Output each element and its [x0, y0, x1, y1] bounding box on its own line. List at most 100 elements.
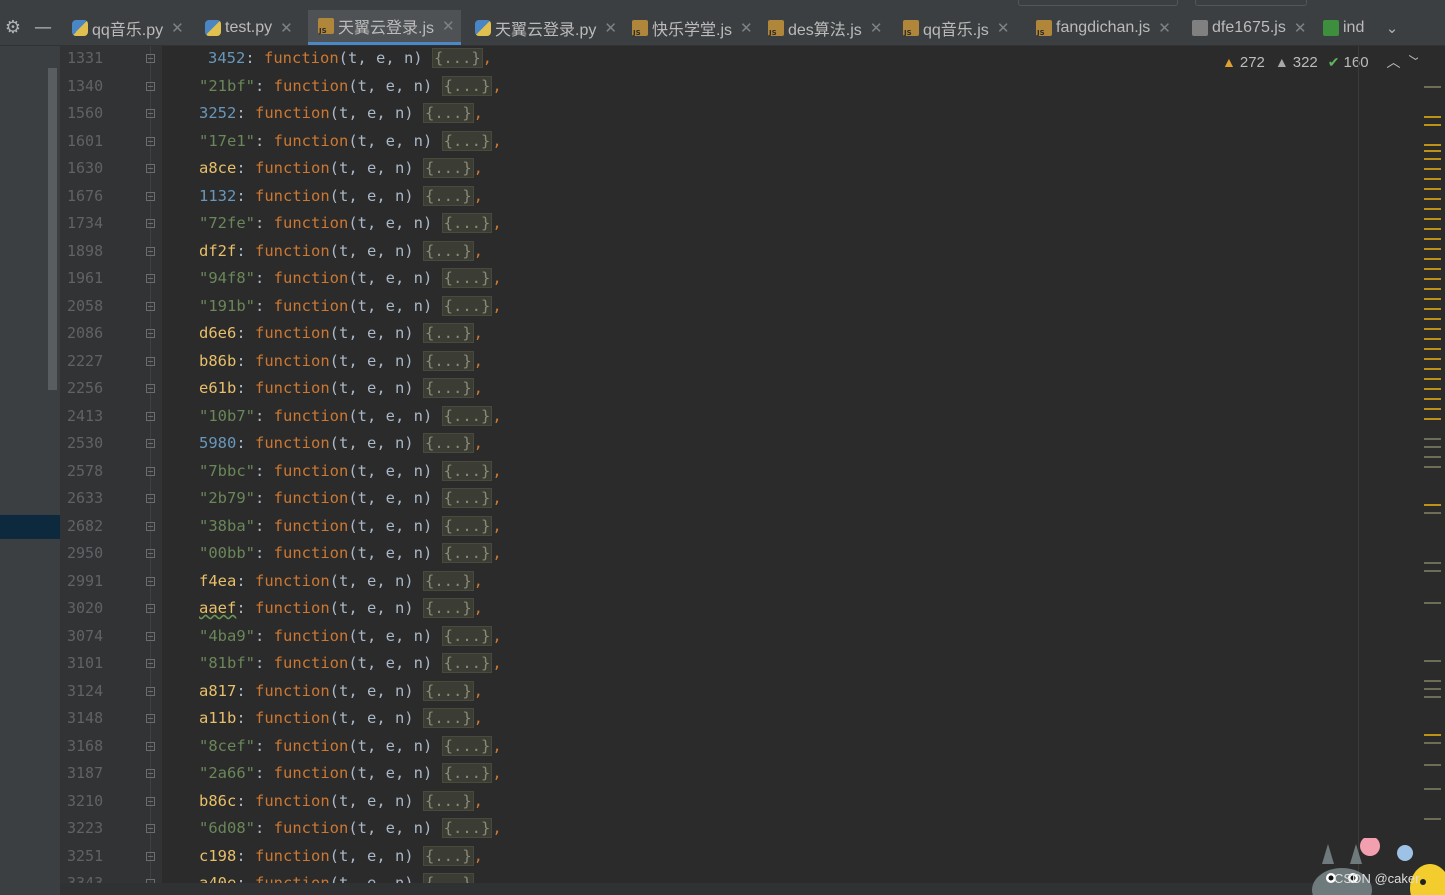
- fold-toggle-icon[interactable]: [146, 356, 155, 366]
- warning-marker[interactable]: [1424, 348, 1441, 350]
- code-line[interactable]: b86c: function(t, e, n) {...},: [199, 790, 483, 812]
- warning-marker[interactable]: [1424, 268, 1441, 270]
- info-marker[interactable]: [1424, 742, 1441, 744]
- warning-marker[interactable]: [1424, 238, 1441, 240]
- chevron-down-icon[interactable]: ⌄: [1382, 10, 1402, 45]
- code-line[interactable]: "7bbc": function(t, e, n) {...},: [199, 460, 502, 482]
- tab-8[interactable]: dfe1675.js ✕: [1182, 10, 1312, 45]
- warning-marker[interactable]: [1424, 208, 1441, 210]
- info-marker[interactable]: [1424, 86, 1441, 88]
- warning-marker[interactable]: [1424, 150, 1441, 152]
- info-marker[interactable]: [1424, 512, 1441, 514]
- info-marker[interactable]: [1424, 570, 1441, 572]
- fold-toggle-icon[interactable]: [146, 851, 155, 861]
- warning-marker[interactable]: [1424, 168, 1441, 170]
- horizontal-scrollbar[interactable]: [60, 883, 1418, 895]
- fold-toggle-icon[interactable]: [146, 631, 155, 641]
- fold-toggle-icon[interactable]: [146, 659, 155, 668]
- warning-marker[interactable]: [1424, 308, 1441, 310]
- code-line[interactable]: a11b: function(t, e, n) {...},: [199, 707, 483, 729]
- code-line[interactable]: "2a66": function(t, e, n) {...},: [199, 762, 502, 784]
- tab-4[interactable]: 快乐学堂.js ✕: [622, 10, 759, 45]
- code-line[interactable]: "00bb": function(t, e, n) {...},: [199, 542, 502, 564]
- fold-toggle-icon[interactable]: [146, 81, 155, 91]
- close-icon[interactable]: ✕: [740, 19, 753, 37]
- info-marker[interactable]: [1424, 466, 1441, 468]
- fold-toggle-icon[interactable]: [146, 329, 155, 338]
- warning-marker[interactable]: [1424, 248, 1441, 250]
- close-icon[interactable]: ✕: [280, 19, 293, 37]
- info-marker[interactable]: [1424, 660, 1441, 662]
- inspection-widget[interactable]: ▲ 272 ▲ 322 ✔ 160 ︿ ﹀: [1222, 52, 1423, 72]
- fold-toggle-icon[interactable]: [146, 686, 155, 696]
- tab-9[interactable]: ind: [1313, 10, 1364, 45]
- code-line[interactable]: "38ba": function(t, e, n) {...},: [199, 515, 502, 537]
- project-selected-row[interactable]: [0, 515, 60, 539]
- code-line[interactable]: f4ea: function(t, e, n) {...},: [199, 570, 483, 592]
- code-line[interactable]: "81bf": function(t, e, n) {...},: [199, 652, 502, 674]
- fold-toggle-icon[interactable]: [146, 109, 155, 118]
- warning-marker[interactable]: [1424, 288, 1441, 290]
- warning-marker[interactable]: [1424, 734, 1441, 736]
- warning-marker[interactable]: [1424, 378, 1441, 380]
- fold-toggle-icon[interactable]: [146, 246, 155, 256]
- code-line[interactable]: 3252: function(t, e, n) {...},: [199, 102, 483, 124]
- code-line[interactable]: d6e6: function(t, e, n) {...},: [199, 322, 483, 344]
- code-line[interactable]: e61b: function(t, e, n) {...},: [199, 377, 483, 399]
- info-marker[interactable]: [1424, 818, 1441, 820]
- tab-7[interactable]: fangdichan.js ✕: [1026, 10, 1177, 45]
- warning-marker[interactable]: [1424, 418, 1441, 420]
- fold-toggle-icon[interactable]: [146, 466, 155, 476]
- warning-marker[interactable]: [1424, 388, 1441, 390]
- fold-toggle-icon[interactable]: [146, 576, 155, 586]
- tab-0[interactable]: qq音乐.py ✕: [62, 10, 190, 45]
- fold-toggle-icon[interactable]: [146, 301, 155, 311]
- code-line[interactable]: aaef: function(t, e, n) {...},: [199, 597, 483, 619]
- code-line[interactable]: "191b": function(t, e, n) {...},: [199, 295, 502, 317]
- code-line[interactable]: c198: function(t, e, n) {...},: [199, 845, 483, 867]
- tab-6[interactable]: qq音乐.js ✕: [893, 10, 1015, 45]
- warning-marker[interactable]: [1424, 258, 1441, 260]
- error-stripe[interactable]: [1418, 46, 1445, 895]
- warning-marker[interactable]: [1424, 198, 1441, 200]
- code-line[interactable]: "4ba9": function(t, e, n) {...},: [199, 625, 502, 647]
- warning-marker[interactable]: [1424, 504, 1441, 506]
- code-editor[interactable]: 3452: function(t, e, n) {...}, "21bf": fu…: [162, 46, 1412, 895]
- warning-marker[interactable]: [1424, 368, 1441, 370]
- fold-toggle-icon[interactable]: [146, 549, 155, 558]
- warning-marker[interactable]: [1424, 124, 1441, 126]
- close-icon[interactable]: ✕: [1294, 19, 1307, 37]
- warning-marker[interactable]: [1424, 188, 1441, 190]
- info-marker[interactable]: [1424, 438, 1441, 440]
- fold-toggle-icon[interactable]: [146, 796, 155, 806]
- warning-marker[interactable]: [1424, 298, 1441, 300]
- code-line[interactable]: a817: function(t, e, n) {...},: [199, 680, 483, 702]
- info-marker[interactable]: [1424, 788, 1441, 790]
- tab-1[interactable]: test.py ✕: [195, 10, 299, 45]
- code-line[interactable]: 1132: function(t, e, n) {...},: [199, 185, 483, 207]
- close-icon[interactable]: ✕: [442, 17, 455, 35]
- fold-toggle-icon[interactable]: [146, 191, 155, 201]
- fold-toggle-icon[interactable]: [146, 164, 155, 173]
- fold-toggle-icon[interactable]: [146, 521, 155, 531]
- fold-toggle-icon[interactable]: [146, 439, 155, 448]
- warning-marker[interactable]: [1424, 408, 1441, 410]
- warning-marker[interactable]: [1424, 358, 1441, 360]
- close-icon[interactable]: ✕: [604, 19, 617, 37]
- code-line[interactable]: 3452: function(t, e, n) {...},: [208, 47, 492, 69]
- fold-toggle-icon[interactable]: [146, 411, 155, 421]
- warning-marker[interactable]: [1424, 144, 1441, 146]
- tab-2[interactable]: 天翼云登录.js ✕: [308, 10, 461, 45]
- code-line[interactable]: "21bf": function(t, e, n) {...},: [199, 75, 502, 97]
- info-marker[interactable]: [1424, 446, 1441, 448]
- fold-toggle-icon[interactable]: [146, 769, 155, 778]
- warning-marker[interactable]: [1424, 116, 1441, 118]
- info-marker[interactable]: [1424, 764, 1441, 766]
- fold-toggle-icon[interactable]: [146, 494, 155, 503]
- warning-marker[interactable]: [1424, 228, 1441, 230]
- hide-panel-icon[interactable]: —: [30, 10, 56, 45]
- info-marker[interactable]: [1424, 562, 1441, 564]
- fold-toggle-icon[interactable]: [146, 741, 155, 751]
- gear-icon[interactable]: ⚙: [0, 10, 26, 45]
- close-icon[interactable]: ✕: [171, 19, 184, 37]
